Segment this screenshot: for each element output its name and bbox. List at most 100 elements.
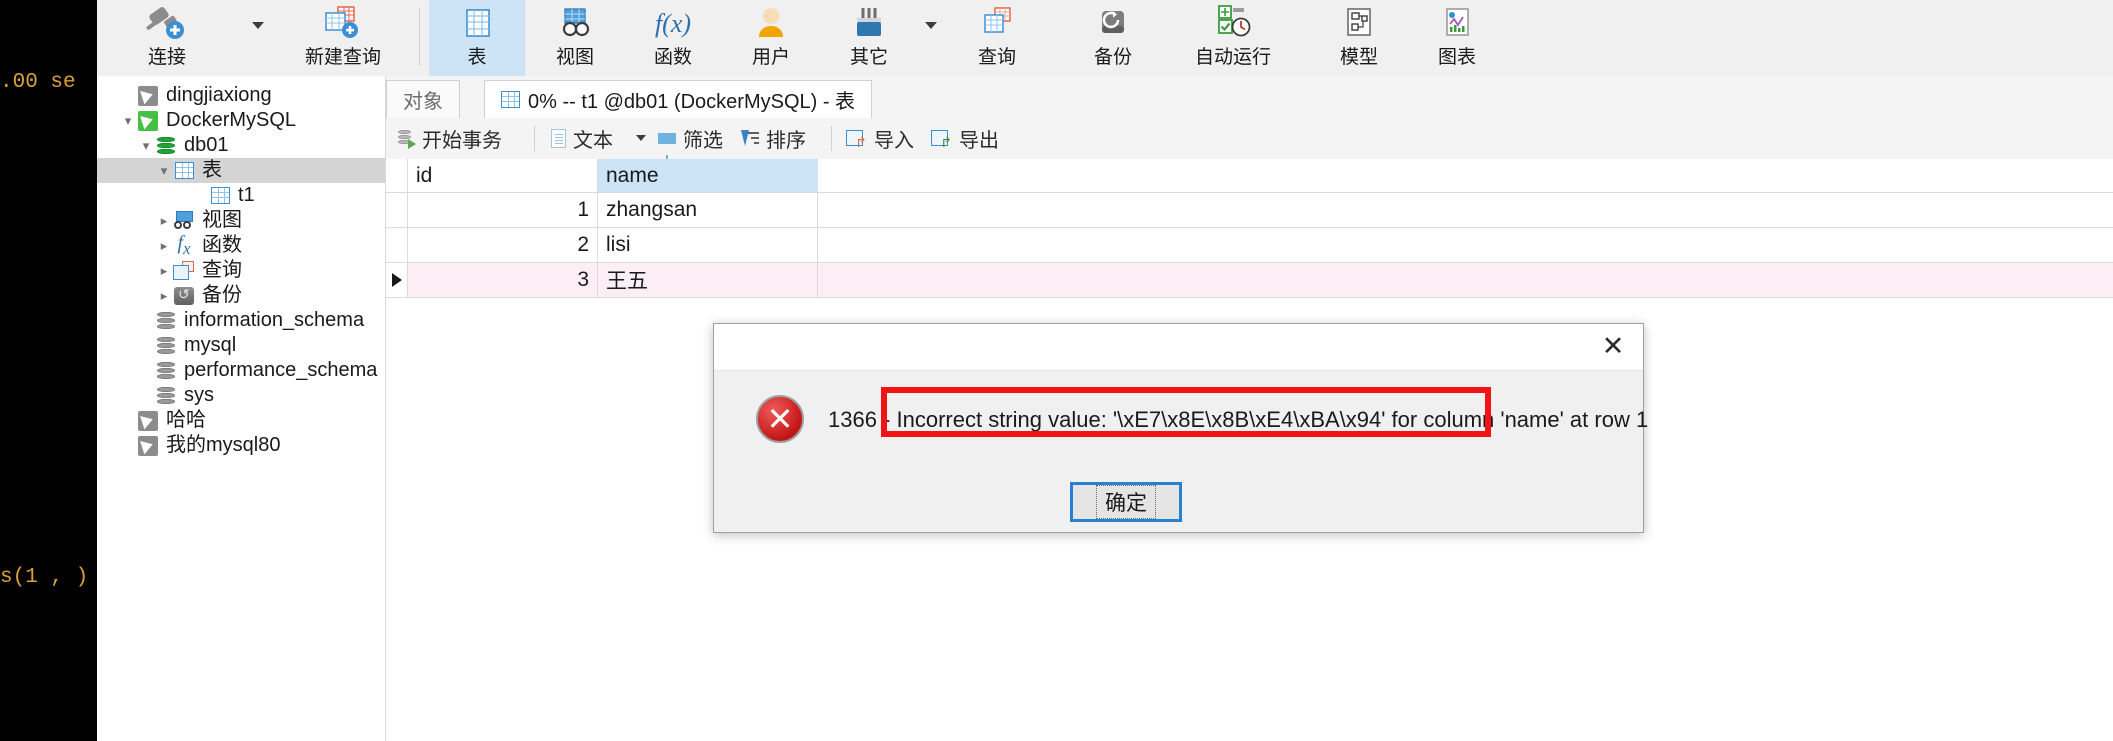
ribbon-item-autorun[interactable]: 自动运行	[1163, 0, 1303, 76]
column-header-id[interactable]: id	[408, 159, 598, 192]
database-green-icon	[155, 135, 177, 157]
cell-name[interactable]: zhangsan	[598, 193, 818, 227]
tree-item-label: dingjiaxiong	[166, 84, 272, 106]
table-icon	[209, 185, 231, 207]
ribbon-toolbar: 连接 新建查询 表 视图 f(x) 函数 用户 其它 查询 备份 自动运行 模型…	[97, 0, 2113, 77]
ribbon-item-new-query[interactable]: 新建查询	[279, 0, 407, 76]
tree-item-db01[interactable]: ▾ db01	[97, 133, 385, 158]
ribbon-item-chart[interactable]: 图表	[1409, 0, 1505, 76]
text-button[interactable]: 文本	[551, 118, 613, 159]
ribbon-item-connect[interactable]: 连接	[97, 0, 237, 76]
tree-twisty[interactable]	[119, 83, 137, 108]
tree-item-label: 函数	[202, 234, 242, 256]
tree-item-views[interactable]: ▸ 视图	[97, 208, 385, 233]
tree-twisty	[119, 433, 137, 458]
tree-item-dingjiaxiong[interactable]: dingjiaxiong	[97, 83, 385, 108]
ribbon-item-query[interactable]: 查询	[949, 0, 1045, 76]
close-icon[interactable]: ✕	[1593, 328, 1633, 364]
chevron-down-icon[interactable]: ▾	[155, 158, 173, 183]
tree-item-label: 查询	[202, 259, 242, 281]
begin-transaction-icon	[398, 129, 416, 149]
action-label: 导入	[874, 130, 914, 152]
connection-gray-icon	[137, 85, 159, 107]
row-header-cell	[386, 193, 408, 227]
terminal-pane: .00 se s(1 , ) )))))) e an er e an er s(…	[0, 0, 97, 741]
tree-item-dockermysql[interactable]: ▾ DockerMySQL	[97, 108, 385, 133]
sort-button[interactable]: 排序	[741, 118, 806, 159]
database-gray-icon	[155, 310, 177, 332]
table-row[interactable]: 2 lisi	[386, 228, 2113, 263]
tab-objects[interactable]: 对象	[386, 80, 460, 118]
new-query-icon	[320, 2, 366, 46]
terminal-line: s(1 , )	[0, 566, 89, 589]
chevron-right-icon[interactable]: ▸	[155, 233, 173, 258]
text-dropdown-caret-icon[interactable]	[636, 135, 646, 141]
other-dropdown-caret-icon[interactable]	[925, 22, 937, 29]
tree-item-t1[interactable]: t1	[97, 183, 385, 208]
ribbon-item-label: 函数	[653, 47, 692, 68]
chevron-right-icon[interactable]: ▸	[155, 283, 173, 308]
table-row[interactable]: 1 zhangsan	[386, 193, 2113, 228]
tree-item-tables[interactable]: ▾ 表	[97, 158, 385, 183]
view-icon	[173, 210, 195, 232]
query-icon	[173, 260, 195, 282]
ribbon-item-backup[interactable]: 备份	[1065, 0, 1161, 76]
filter-button[interactable]: 筛选	[658, 118, 723, 162]
chevron-right-icon[interactable]: ▸	[155, 258, 173, 283]
ribbon-item-function[interactable]: f(x) 函数	[625, 0, 721, 76]
action-label: 文本	[573, 130, 613, 152]
ribbon-item-model[interactable]: 模型	[1311, 0, 1407, 76]
connect-dropdown-caret-icon[interactable]	[252, 22, 264, 29]
cell-name[interactable]: lisi	[598, 228, 818, 262]
tree-item-backups[interactable]: ▸ 备份	[97, 283, 385, 308]
tree-item-my-mysql80[interactable]: 我的mysql80	[97, 433, 385, 458]
tree-item-functions[interactable]: ▸ fx 函数	[97, 233, 385, 258]
tree-item-sys[interactable]: sys	[97, 383, 385, 408]
database-gray-icon	[155, 385, 177, 407]
object-tree-sidebar[interactable]: dingjiaxiong ▾ DockerMySQL ▾ db01 ▾ 表 t1…	[97, 76, 386, 741]
tree-item-label: 视图	[202, 209, 242, 231]
cell-id[interactable]: 2	[408, 228, 598, 262]
tree-item-label: 我的mysql80	[166, 434, 281, 456]
import-button[interactable]: 导入	[846, 118, 914, 159]
tree-item-label: mysql	[184, 334, 237, 356]
tree-item-information-schema[interactable]: information_schema	[97, 308, 385, 333]
ribbon-item-label: 自动运行	[1194, 47, 1271, 68]
cell-name[interactable]: 王五	[598, 263, 818, 297]
ribbon-item-table[interactable]: 表	[429, 0, 525, 76]
grid-action-toolbar: 开始事务 文本 筛选 排序 导入 导出	[386, 118, 2113, 162]
ribbon-item-other[interactable]: 其它	[821, 0, 917, 76]
table-row[interactable]: 3 王五	[386, 263, 2113, 298]
user-icon	[751, 2, 791, 46]
other-icon	[849, 2, 889, 46]
chevron-right-icon[interactable]: ▸	[155, 208, 173, 233]
row-header-cell	[386, 159, 408, 192]
text-icon	[551, 129, 566, 148]
svg-text:f(x): f(x)	[655, 9, 691, 38]
chevron-down-icon[interactable]: ▾	[119, 108, 137, 133]
begin-transaction-button[interactable]: 开始事务	[398, 118, 502, 159]
tree-item-performance-schema[interactable]: performance_schema	[97, 358, 385, 383]
ok-button[interactable]: 确定	[1070, 482, 1182, 522]
cell-id[interactable]: 3	[408, 263, 598, 297]
tab-table-t1[interactable]: 0% -- t1 @db01 (DockerMySQL) - 表	[484, 80, 873, 118]
connection-green-icon	[137, 110, 159, 132]
table-header-row: id name	[386, 159, 2113, 193]
tree-item-label: 表	[202, 159, 222, 181]
sort-icon	[741, 129, 759, 148]
tree-item-haha[interactable]: 哈哈	[97, 408, 385, 433]
toolbar-divider	[534, 126, 535, 151]
cell-id[interactable]: 1	[408, 193, 598, 227]
database-gray-icon	[155, 360, 177, 382]
export-button[interactable]: 导出	[931, 118, 999, 159]
tree-item-queries[interactable]: ▸ 查询	[97, 258, 385, 283]
column-header-name[interactable]: name	[598, 159, 818, 192]
dialog-footer: 确定	[714, 482, 1643, 532]
ribbon-item-user[interactable]: 用户	[723, 0, 819, 76]
tree-item-mysql[interactable]: mysql	[97, 333, 385, 358]
error-message: 1366 - Incorrect string value: '\xE7\x8E…	[828, 407, 1649, 432]
ribbon-item-view[interactable]: 视图	[527, 0, 623, 76]
chevron-down-icon[interactable]: ▾	[137, 133, 155, 158]
